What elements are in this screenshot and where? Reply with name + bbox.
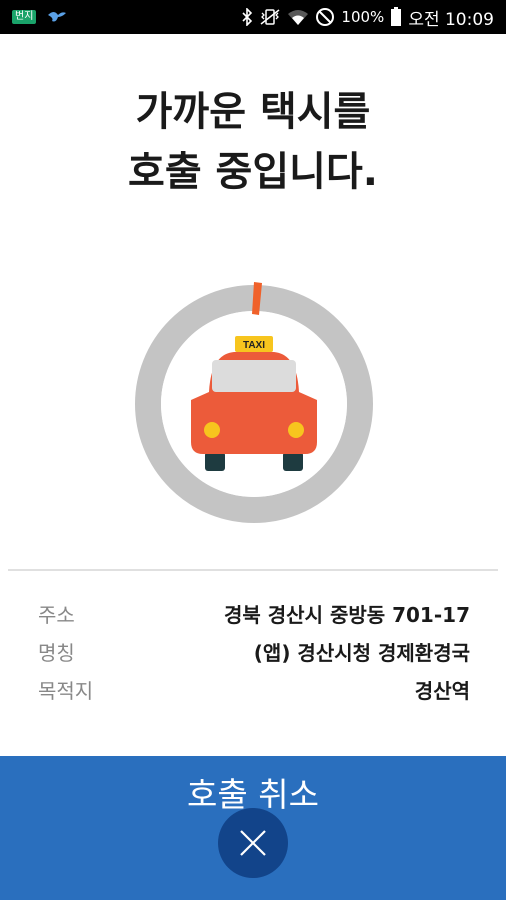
address-label: 주소: [38, 602, 75, 627]
notification-badge: 번지: [12, 10, 37, 24]
ride-details: 주소 경북 경산시 중방동 701-17 명칭 (앱) 경산시청 경제환경국 목…: [38, 594, 470, 708]
bluetooth-icon: [242, 8, 253, 26]
cancel-call-button[interactable]: [218, 808, 288, 878]
page-title: 가까운 택시를 호출 중입니다.: [0, 82, 506, 202]
name-value: (앱) 경산시청 경제환경국: [253, 640, 470, 665]
vibrate-icon: [260, 9, 280, 25]
address-row: 주소 경북 경산시 중방동 701-17: [38, 594, 470, 632]
battery-icon: [391, 7, 402, 26]
close-icon: [240, 830, 266, 856]
address-value: 경북 경산시 중방동 701-17: [224, 602, 470, 627]
title-line-2: 호출 중입니다.: [128, 149, 378, 195]
do-not-disturb-icon: [316, 8, 335, 26]
status-left: 번지: [12, 9, 68, 25]
name-row: 명칭 (앱) 경산시청 경제환경국: [38, 632, 470, 670]
destination-value: 경산역: [414, 678, 470, 703]
wifi-icon: [288, 10, 309, 25]
section-divider: [8, 569, 498, 571]
clock: 오전 10:09: [408, 9, 494, 30]
taxi-sign-text: TAXI: [243, 340, 265, 351]
destination-label: 목적지: [38, 678, 94, 703]
searching-indicator: TAXI: [132, 282, 376, 526]
status-right: 100% 오전 10:09: [241, 5, 494, 30]
name-label: 명칭: [38, 640, 75, 665]
destination-row: 목적지 경산역: [38, 670, 470, 708]
taxi-progress-graphic: TAXI: [135, 282, 373, 523]
bird-notification-icon: [48, 12, 67, 22]
status-bar: 번지 100% 오전 10:09: [0, 0, 506, 34]
battery-percent: 100%: [341, 8, 385, 26]
title-line-1: 가까운 택시를: [135, 89, 371, 135]
